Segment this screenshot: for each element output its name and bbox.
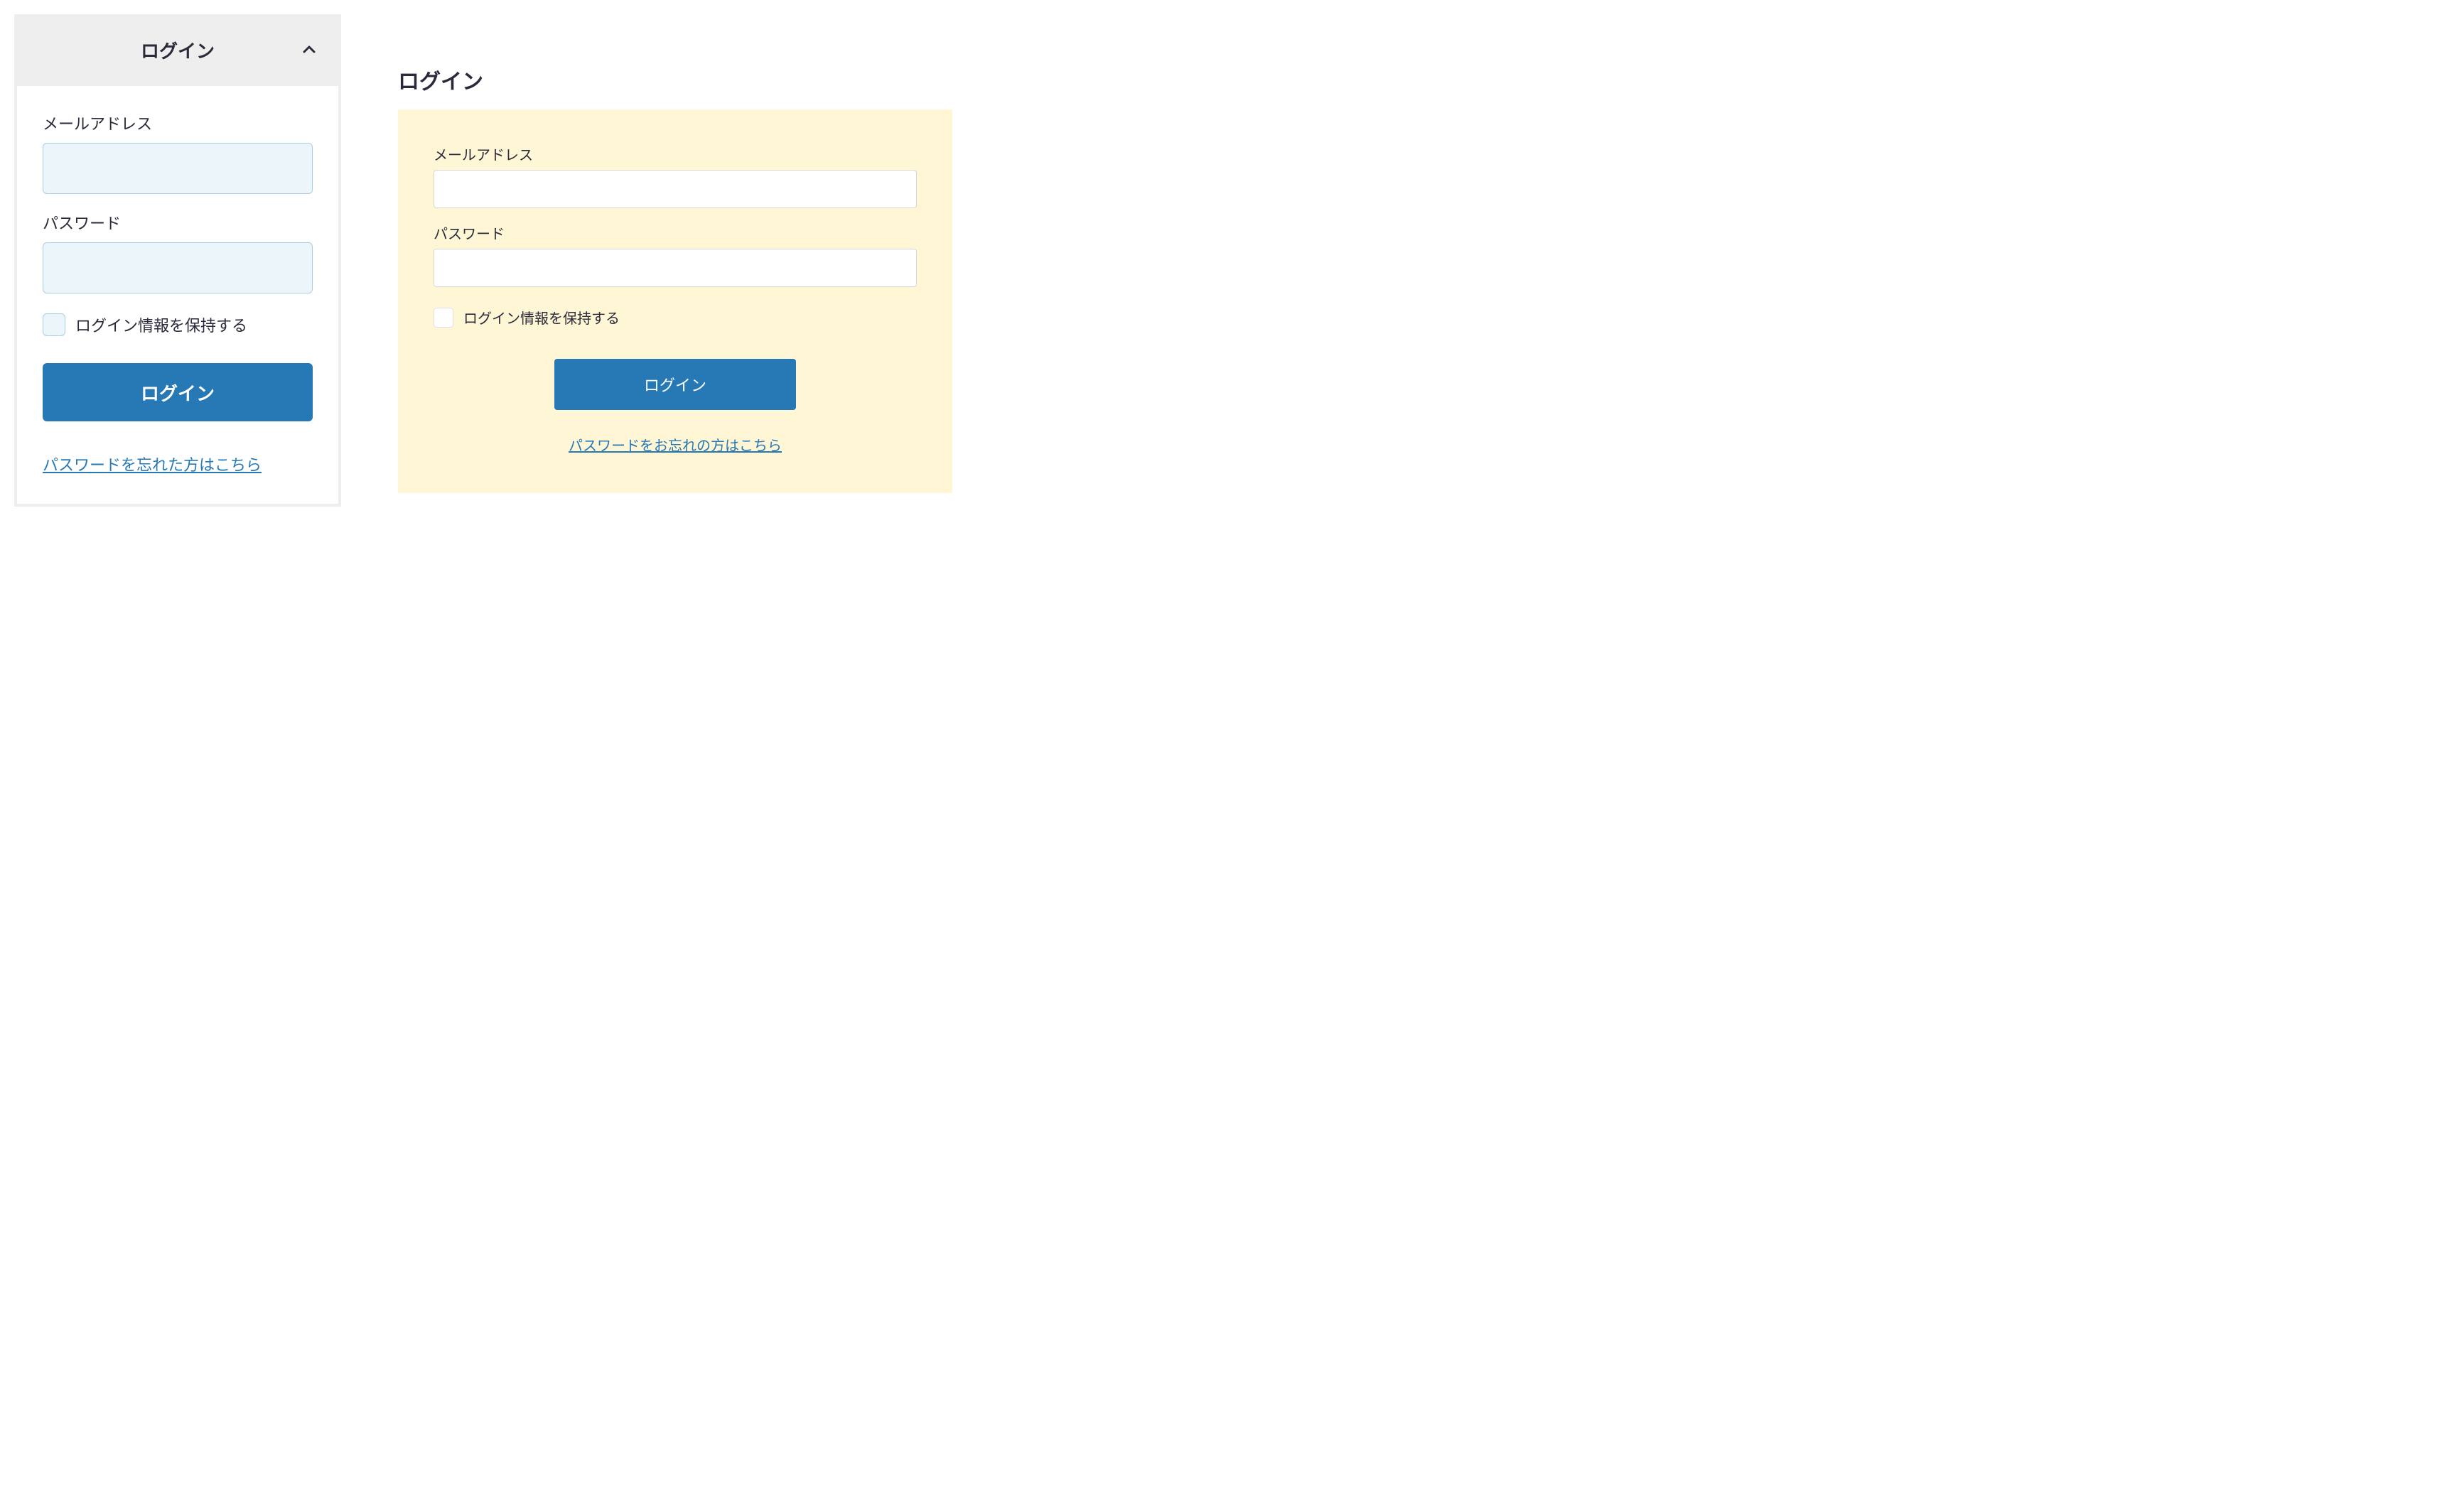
main-login-body: メールアドレス パスワード ログイン情報を保持する ログイン パスワードをお忘れ… — [398, 109, 952, 493]
main-password-label: パスワード — [434, 222, 917, 243]
sidebar-login-panel: ログイン メールアドレス パスワード ログイン情報を保持する ログイン パスワー… — [14, 14, 341, 507]
main-login-title: ログイン — [398, 64, 952, 95]
main-remember-row: ログイン情報を保持する — [434, 307, 917, 328]
sidebar-login-header[interactable]: ログイン — [14, 14, 341, 86]
main-forgot-password-link[interactable]: パスワードをお忘れの方はこちら — [434, 434, 917, 455]
main-login-panel: ログイン メールアドレス パスワード ログイン情報を保持する ログイン パスワー… — [398, 64, 952, 493]
sidebar-login-body: メールアドレス パスワード ログイン情報を保持する ログイン パスワードを忘れた… — [17, 86, 338, 504]
chevron-up-icon — [303, 44, 316, 57]
sidebar-email-input[interactable] — [43, 143, 313, 194]
sidebar-remember-label: ログイン情報を保持する — [75, 313, 247, 336]
sidebar-email-group: メールアドレス — [43, 112, 313, 194]
sidebar-email-label: メールアドレス — [43, 112, 313, 134]
main-remember-label: ログイン情報を保持する — [463, 307, 620, 328]
sidebar-remember-row: ログイン情報を保持する — [43, 313, 313, 336]
main-email-label: メールアドレス — [434, 144, 917, 164]
main-remember-checkbox[interactable] — [434, 308, 453, 328]
sidebar-login-title: ログイン — [141, 37, 215, 63]
main-email-input[interactable] — [434, 170, 917, 208]
sidebar-forgot-password-link[interactable]: パスワードを忘れた方はこちら — [43, 453, 313, 475]
sidebar-password-group: パスワード — [43, 211, 313, 293]
main-login-button[interactable]: ログイン — [554, 359, 796, 410]
sidebar-remember-checkbox[interactable] — [43, 313, 65, 336]
main-password-group: パスワード — [434, 222, 917, 287]
sidebar-password-label: パスワード — [43, 211, 313, 234]
sidebar-login-button[interactable]: ログイン — [43, 363, 313, 421]
main-email-group: メールアドレス — [434, 144, 917, 208]
sidebar-password-input[interactable] — [43, 242, 313, 293]
main-password-input[interactable] — [434, 249, 917, 287]
